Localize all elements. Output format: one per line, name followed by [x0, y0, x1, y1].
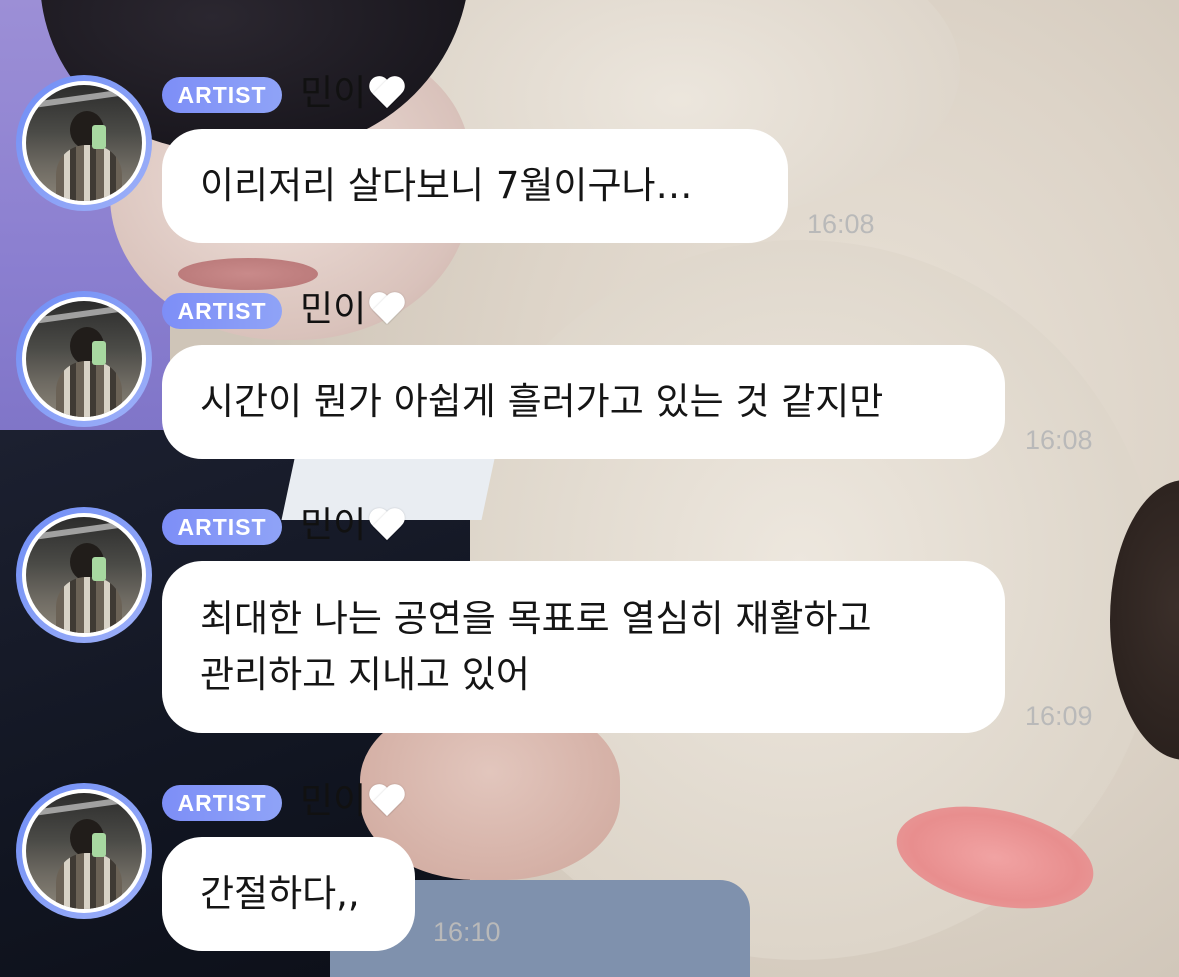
avatar-photo	[26, 793, 142, 909]
message-time: 16:08	[1025, 425, 1093, 455]
sender-name[interactable]: 민이	[300, 71, 406, 117]
message-bubble[interactable]: 시간이 뭔가 아쉽게 흘러가고 있는 것 같지만	[162, 345, 1005, 459]
white-heart-icon	[370, 785, 406, 817]
white-heart-icon	[370, 293, 406, 325]
avatar-photo	[26, 301, 142, 417]
message-time: 16:09	[1025, 701, 1093, 731]
profile-avatar[interactable]	[16, 75, 152, 211]
artist-badge: ARTIST	[162, 509, 282, 545]
artist-badge: ARTIST	[162, 785, 282, 821]
message-time: 16:10	[433, 917, 501, 947]
profile-avatar[interactable]	[16, 507, 152, 643]
profile-avatar[interactable]	[16, 783, 152, 919]
artist-badge: ARTIST	[162, 77, 282, 113]
message-bubble[interactable]: 이리저리 살다보니 7월이구나…	[162, 129, 788, 243]
sender-name[interactable]: 민이	[300, 779, 406, 825]
profile-avatar[interactable]	[16, 291, 152, 427]
avatar-photo	[26, 517, 142, 633]
message-time: 16:08	[807, 209, 875, 239]
avatar-photo	[26, 85, 142, 201]
sender-name[interactable]: 민이	[300, 287, 406, 333]
artist-badge: ARTIST	[162, 293, 282, 329]
sender-name[interactable]: 민이	[300, 503, 406, 549]
white-heart-icon	[370, 509, 406, 541]
message-bubble[interactable]: 최대한 나는 공연을 목표로 열심히 재활하고 관리하고 지내고 있어	[162, 561, 1005, 733]
person-lips	[178, 258, 318, 290]
message-bubble[interactable]: 간절하다,,	[162, 837, 415, 951]
white-heart-icon	[370, 77, 406, 109]
